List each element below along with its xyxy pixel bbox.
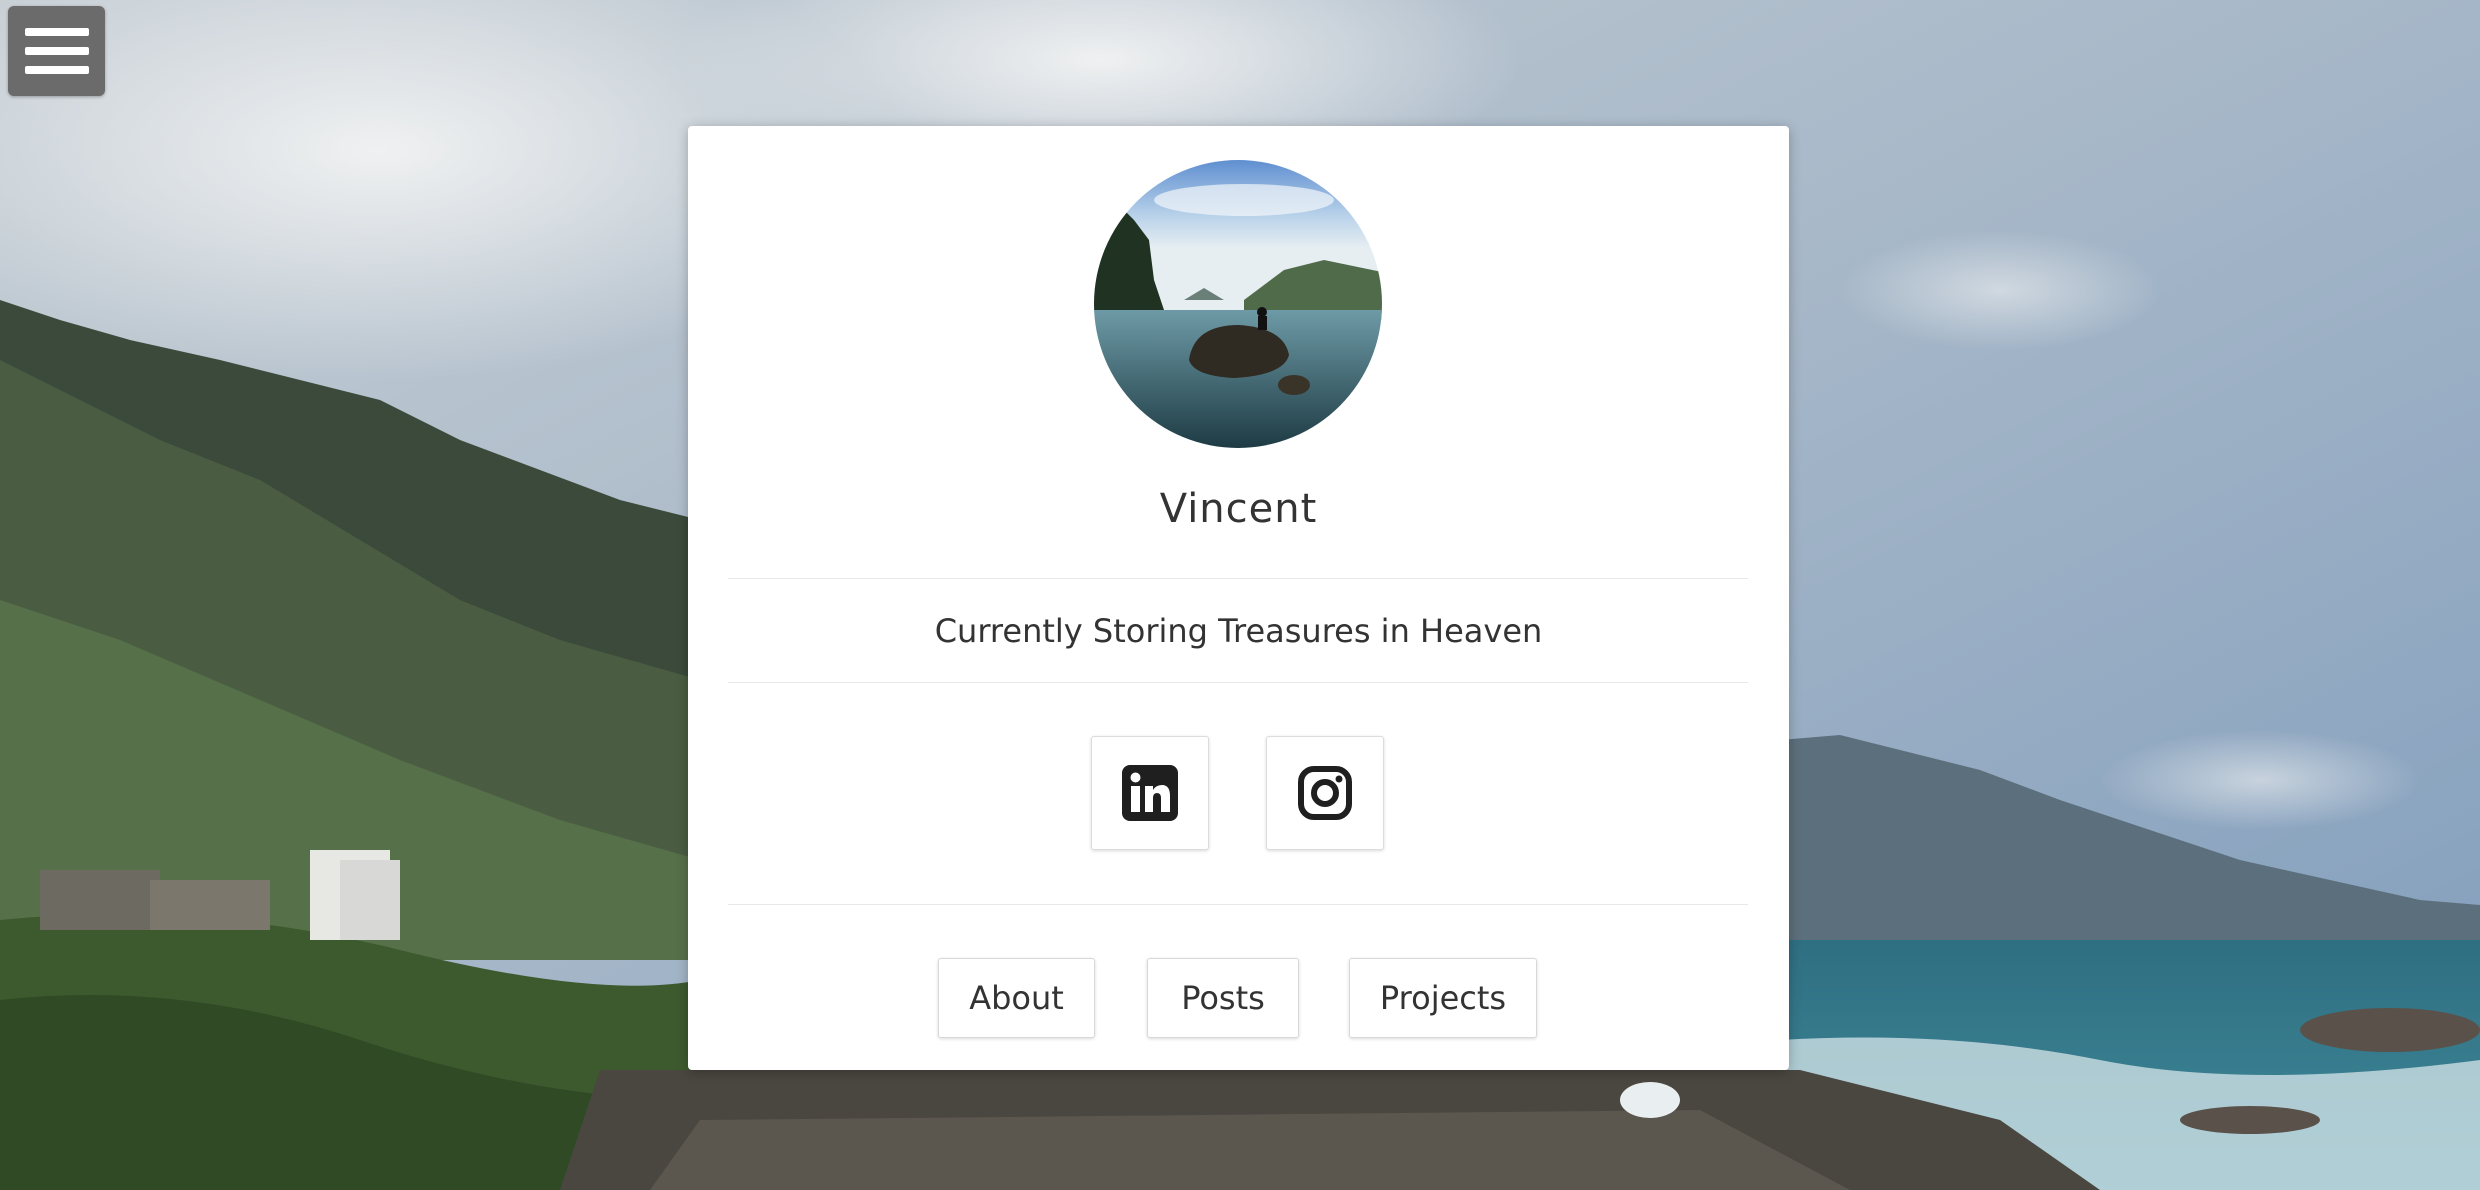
instagram-button[interactable] (1266, 736, 1384, 850)
menu-bar (24, 66, 89, 74)
posts-button[interactable]: Posts (1147, 958, 1299, 1038)
linkedin-button[interactable] (1091, 736, 1209, 850)
menu-bar (24, 28, 89, 36)
divider (728, 578, 1748, 579)
divider (728, 682, 1748, 683)
about-button[interactable]: About (938, 958, 1095, 1038)
profile-tagline: Currently Storing Treasures in Heaven (934, 612, 1543, 650)
menu-bar (24, 47, 89, 55)
linkedin-icon (1122, 765, 1178, 821)
profile-name: Vincent (1159, 486, 1318, 532)
profile-card: Vincent Currently Storing Treasures in H… (688, 126, 1789, 1070)
projects-button[interactable]: Projects (1349, 958, 1537, 1038)
avatar (1094, 160, 1382, 448)
instagram-icon (1298, 766, 1352, 820)
divider (728, 904, 1748, 905)
hamburger-menu-icon[interactable] (8, 6, 105, 96)
